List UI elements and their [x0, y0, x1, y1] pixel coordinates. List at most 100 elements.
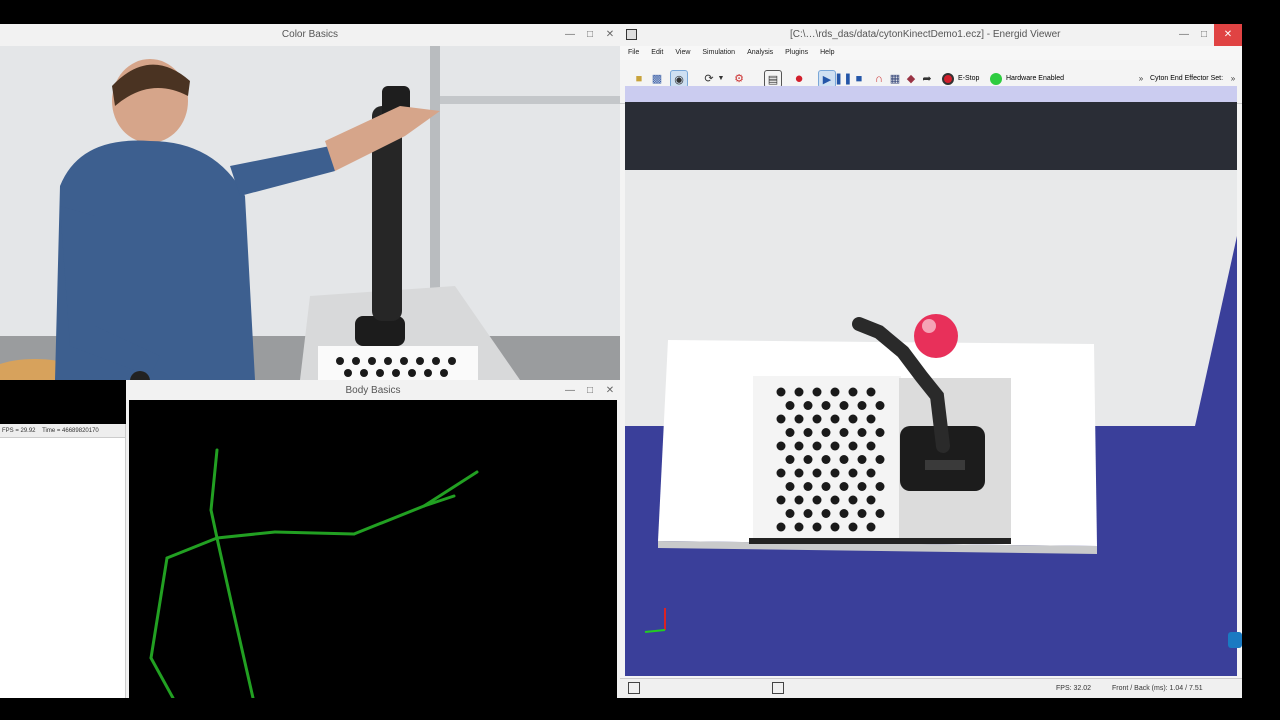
calibration-dot	[794, 468, 804, 478]
calibration-dot	[803, 509, 813, 518]
close-icon[interactable]: ✕	[600, 380, 620, 402]
calibration-dot	[776, 468, 786, 478]
calibration-dot	[821, 482, 831, 491]
status-fps: FPS: 32.02	[1056, 685, 1092, 692]
side-widget-icon[interactable]	[1228, 632, 1242, 648]
color-camera-feed	[0, 46, 620, 380]
calibration-dot	[830, 495, 840, 505]
body-basics-title: Body Basics	[345, 385, 401, 396]
calibration-dot	[875, 482, 885, 491]
calibration-dot	[803, 455, 813, 464]
calibration-dot	[866, 495, 876, 505]
hardware-enabled-button[interactable]: Hardware Enabled	[990, 71, 1064, 87]
calibration-dot	[848, 414, 858, 424]
calibration-dot	[776, 387, 786, 397]
calibration-dot	[776, 522, 786, 532]
calibration-dot	[830, 522, 840, 532]
calibration-dot	[821, 455, 831, 464]
minimize-icon[interactable]: —	[1174, 24, 1194, 46]
color-basics-window-controls: — □ ✕	[560, 24, 620, 46]
body-basics-window: Body Basics — □ ✕	[126, 380, 620, 700]
menu-simulation[interactable]: Simulation	[702, 46, 735, 60]
close-icon[interactable]: ✕	[1214, 24, 1242, 46]
camera-scene-graphic	[0, 46, 620, 380]
calibration-dot	[794, 441, 804, 451]
menu-view[interactable]: View	[675, 46, 690, 60]
calibration-dot	[866, 414, 876, 424]
energid-title: [C:\…\rds_das/data/cytonKinectDemo1.ecz]…	[790, 29, 1061, 40]
menu-analysis[interactable]: Analysis	[747, 46, 773, 60]
calibration-dot	[830, 441, 840, 451]
minimize-icon[interactable]: —	[560, 24, 580, 46]
status-icon-mid[interactable]	[772, 682, 784, 694]
calibration-dot	[776, 495, 786, 505]
calibration-dot	[875, 428, 885, 437]
app-icon	[626, 29, 637, 40]
status-front-back: Front / Back (ms): 1.04 / 7.51	[1112, 685, 1203, 692]
calibration-dot	[812, 468, 822, 478]
calibration-dot	[785, 482, 795, 491]
calibration-dot	[803, 401, 813, 410]
calibration-dot	[866, 468, 876, 478]
calibration-dot	[776, 414, 786, 424]
calibration-dot	[812, 441, 822, 451]
estop-icon	[942, 73, 954, 85]
estop-label: E-Stop	[958, 75, 980, 82]
calibration-dot	[857, 509, 867, 518]
calibration-dot	[812, 495, 822, 505]
time-value: Time = 46689820170	[42, 428, 99, 434]
color-basics-titlebar[interactable]: Color Basics	[0, 24, 620, 46]
maximize-icon[interactable]: □	[580, 380, 600, 402]
skeleton-canvas	[129, 400, 617, 700]
calibration-dot	[866, 441, 876, 451]
menu-file[interactable]: File	[628, 46, 639, 60]
calibration-dot	[794, 495, 804, 505]
maximize-icon[interactable]: □	[580, 24, 600, 46]
color-basics-title: Color Basics	[281, 29, 339, 40]
3d-viewport[interactable]	[625, 86, 1237, 676]
calibration-dot	[821, 428, 831, 437]
calibration-dot	[839, 509, 849, 518]
calibration-dot	[848, 522, 858, 532]
minimize-icon[interactable]: —	[560, 380, 580, 402]
calibration-dot	[785, 455, 795, 464]
calibration-dot	[857, 428, 867, 437]
energid-viewer-window: [C:\…\rds_das/data/cytonKinectDemo1.ecz]…	[620, 24, 1242, 698]
calibration-dot	[812, 414, 822, 424]
calibration-dot	[830, 468, 840, 478]
fps-readout-bar: FPS = 29.92 Time = 46689820170	[0, 424, 125, 438]
calibration-dot	[839, 401, 849, 410]
estop-button[interactable]: E-Stop	[942, 71, 979, 87]
status-bar: FPS: 32.02 Front / Back (ms): 1.04 / 7.5…	[620, 678, 1242, 698]
skeleton-graphic	[149, 448, 479, 700]
menu-help[interactable]: Help	[820, 46, 834, 60]
calibration-dot	[857, 401, 867, 410]
maximize-icon[interactable]: □	[1194, 24, 1214, 46]
calibration-dot	[839, 455, 849, 464]
calibration-dot	[803, 428, 813, 437]
energid-titlebar[interactable]: [C:\…\rds_das/data/cytonKinectDemo1.ecz]…	[620, 24, 1242, 46]
body-basics-window-controls: — □ ✕	[560, 380, 620, 402]
close-icon[interactable]: ✕	[600, 24, 620, 46]
calibration-dot	[812, 387, 822, 397]
calibration-dot	[803, 482, 813, 491]
calibration-dot	[830, 414, 840, 424]
calibration-dot	[785, 428, 795, 437]
calibration-dot	[794, 387, 804, 397]
calibration-dot	[785, 401, 795, 410]
calibration-dot	[839, 482, 849, 491]
body-basics-titlebar[interactable]: Body Basics	[126, 380, 620, 402]
calibration-dot	[776, 441, 786, 451]
calibration-dot	[794, 414, 804, 424]
menu-bar: File Edit View Simulation Analysis Plugi…	[620, 46, 1242, 60]
energid-window-controls: — □ ✕	[1174, 24, 1242, 46]
menu-plugins[interactable]: Plugins	[785, 46, 808, 60]
effector-set-label[interactable]: Cyton End Effector Set:	[1150, 71, 1223, 87]
color-basics-window: Color Basics — □ ✕	[0, 24, 620, 380]
calibration-dot	[812, 522, 822, 532]
status-icon-left[interactable]	[628, 682, 640, 694]
calibration-dot	[830, 387, 840, 397]
menu-edit[interactable]: Edit	[651, 46, 663, 60]
fps-side-panel: FPS = 29.92 Time = 46689820170	[0, 424, 126, 698]
calibration-dot	[866, 387, 876, 397]
